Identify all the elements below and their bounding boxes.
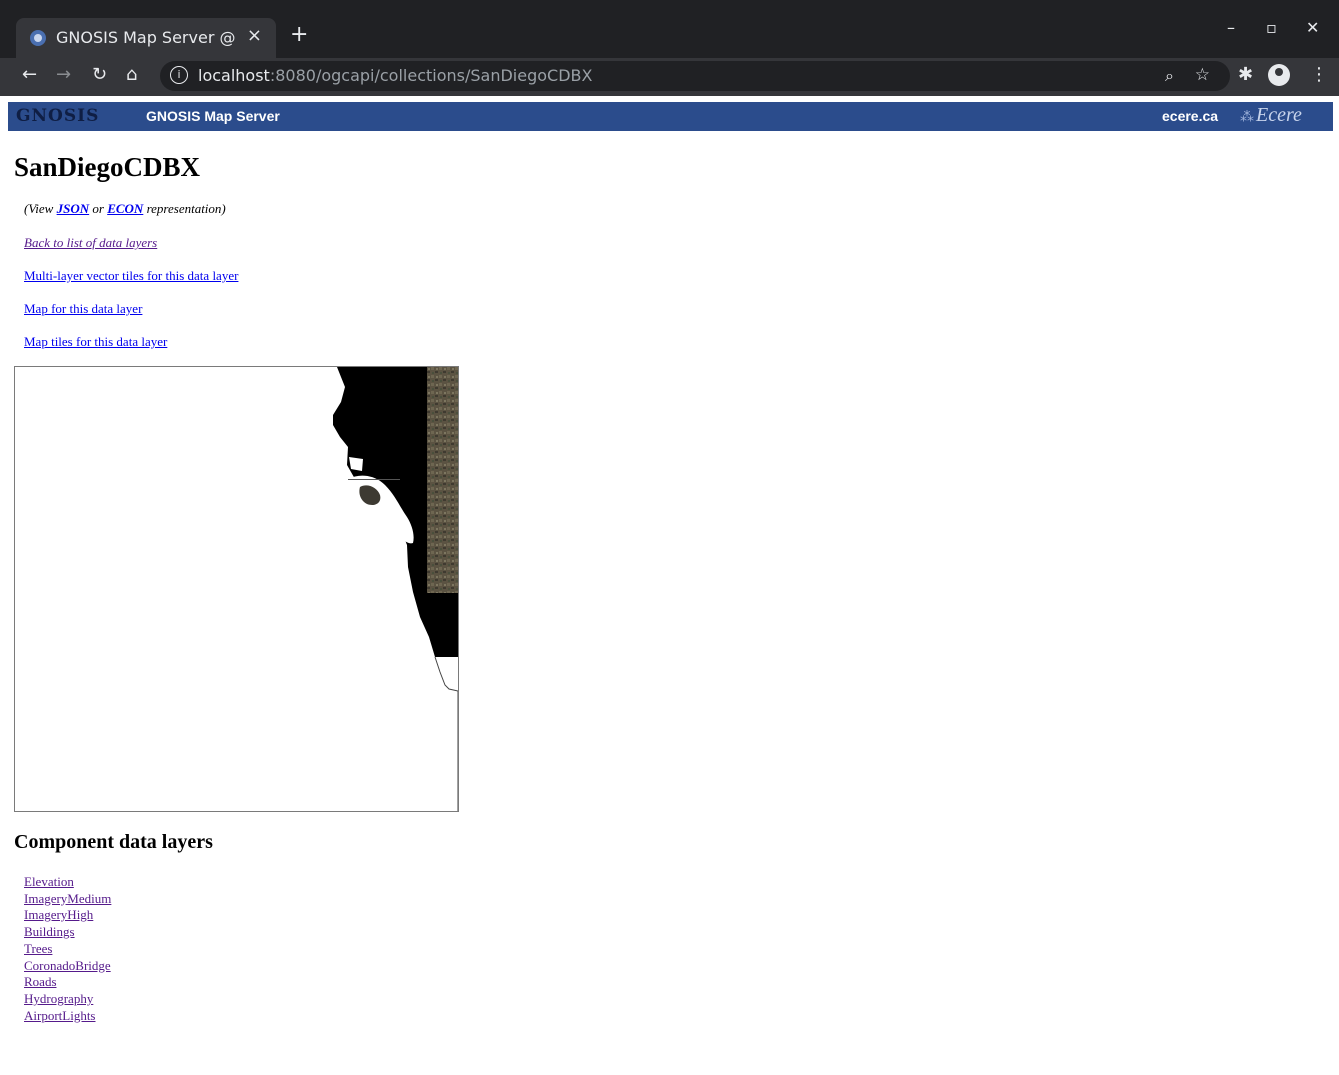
ecere-logo-icon: ⁂ xyxy=(1240,110,1254,125)
layer-link-imagery-medium[interactable]: ImageryMedium xyxy=(24,891,111,908)
tab-title: GNOSIS Map Server @ xyxy=(56,28,236,47)
browser-tab[interactable]: GNOSIS Map Server @ × xyxy=(16,18,276,58)
menu-icon[interactable]: ⋮ xyxy=(1310,64,1328,85)
layer-link-imagery-high[interactable]: ImageryHigh xyxy=(24,907,111,924)
tab-close-icon[interactable]: × xyxy=(247,25,262,46)
layer-link-elevation[interactable]: Elevation xyxy=(24,874,111,891)
header-banner: GNOSIS GNOSIS Map Server ecere.ca ⁂ Ecere xyxy=(8,102,1333,131)
star-icon[interactable]: ☆ xyxy=(1195,65,1210,85)
zoom-icon[interactable]: ⌕ xyxy=(1165,66,1174,86)
layer-link-hydrography[interactable]: Hydrography xyxy=(24,991,111,1008)
map-tiles-link[interactable]: Map tiles for this data layer xyxy=(24,334,167,350)
extensions-icon[interactable]: ✱ xyxy=(1238,64,1253,85)
ecere-link[interactable]: ecere.ca xyxy=(1162,108,1218,124)
browser-toolbar: ← → ↻ ⌂ i localhost:8080/ogcapi/collecti… xyxy=(0,58,1339,96)
maximize-icon[interactable]: ▫ xyxy=(1266,18,1277,37)
info-icon[interactable]: i xyxy=(170,66,188,84)
layer-link-trees[interactable]: Trees xyxy=(24,941,111,958)
server-name[interactable]: GNOSIS Map Server xyxy=(146,108,280,124)
map-image xyxy=(333,367,458,811)
tab-strip: GNOSIS Map Server @ × + – ▫ ✕ xyxy=(0,0,1339,58)
layer-link-buildings[interactable]: Buildings xyxy=(24,924,111,941)
component-layers-list: Elevation ImageryMedium ImageryHigh Buil… xyxy=(24,874,111,1024)
address-bar[interactable]: i localhost:8080/ogcapi/collections/SanD… xyxy=(160,61,1230,91)
page-title: SanDiegoCDBX xyxy=(14,152,201,182)
browser-window: GNOSIS Map Server @ × + – ▫ ✕ ← → ↻ ⌂ i … xyxy=(0,0,1339,1075)
vector-tiles-link[interactable]: Multi-layer vector tiles for this data l… xyxy=(24,268,238,284)
forward-icon[interactable]: → xyxy=(56,64,71,85)
layer-link-coronado-bridge[interactable]: CoronadoBridge xyxy=(24,958,111,975)
globe-icon xyxy=(30,30,46,46)
json-link[interactable]: JSON xyxy=(57,201,90,216)
page-content: GNOSIS GNOSIS Map Server ecere.ca ⁂ Ecere… xyxy=(8,96,1339,1075)
layer-link-airport-lights[interactable]: AirportLights xyxy=(24,1008,111,1025)
minimize-icon[interactable]: – xyxy=(1227,18,1235,37)
map-preview[interactable] xyxy=(14,366,459,812)
new-tab-button[interactable]: + xyxy=(290,22,308,47)
ecere-logo[interactable]: ⁂ Ecere xyxy=(1240,104,1302,127)
econ-link[interactable]: ECON xyxy=(107,201,143,216)
component-layers-heading: Component data layers xyxy=(14,831,213,853)
profile-icon[interactable] xyxy=(1268,64,1290,86)
back-icon[interactable]: ← xyxy=(22,64,37,85)
reload-icon[interactable]: ↻ xyxy=(92,64,107,85)
map-link[interactable]: Map for this data layer xyxy=(24,301,142,317)
back-to-layers-link[interactable]: Back to list of data layers xyxy=(24,235,157,251)
gnosis-logo[interactable]: GNOSIS xyxy=(16,106,99,126)
home-icon[interactable]: ⌂ xyxy=(126,64,137,85)
layer-link-roads[interactable]: Roads xyxy=(24,974,111,991)
representation-links: (View JSON or ECON representation) xyxy=(24,201,226,216)
window-close-icon[interactable]: ✕ xyxy=(1306,18,1319,37)
url-text[interactable]: localhost:8080/ogcapi/collections/SanDie… xyxy=(198,66,592,85)
